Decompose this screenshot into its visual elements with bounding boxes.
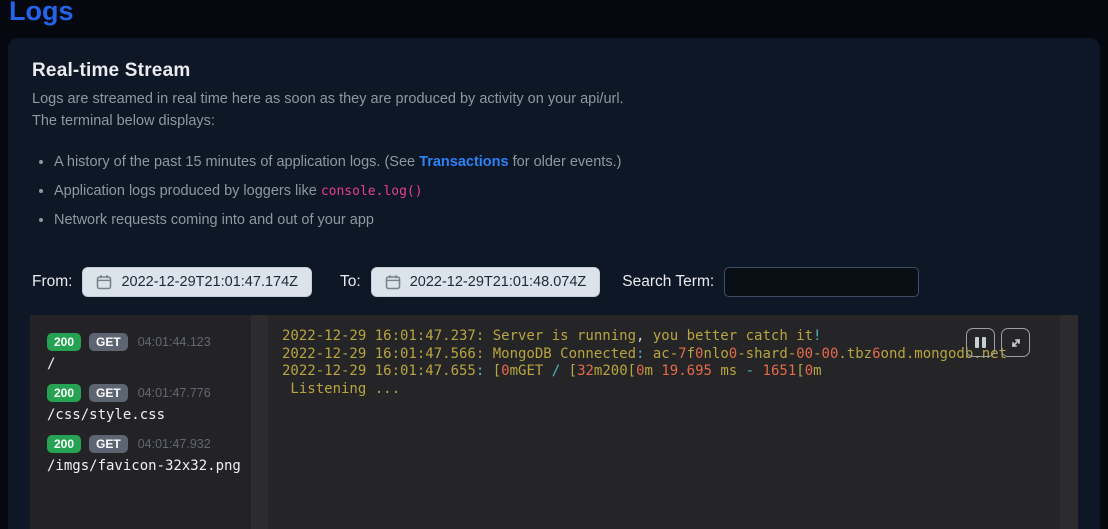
to-datetime-input[interactable]: 2022-12-29T21:01:48.074Z [371,267,601,297]
search-term-input[interactable] [724,267,919,297]
terminal-line: Listening ... [282,381,1060,399]
console-log-code: console.log() [321,184,423,199]
bullet-network: Network requests coming into and out of … [54,212,621,228]
panel-title: Real-time Stream [32,60,190,82]
calendar-icon [96,274,112,290]
from-datetime-value: 2022-12-29T21:01:47.174Z [121,274,298,290]
terminal-output: 2022-12-29 16:01:47.237: Server is runni… [282,328,1060,398]
request-timestamp: 04:01:44.123 [138,335,211,349]
bullet-history-text: A history of the past 15 minutes of appl… [54,154,419,170]
request-timestamp: 04:01:47.932 [138,437,211,451]
pause-icon [975,337,986,348]
request-entry[interactable]: 200 GET 04:01:47.932/imgs/favicon-32x32.pn… [47,434,251,474]
description-line-2: The terminal below displays: [32,110,624,132]
from-label: From: [32,273,72,291]
pause-stream-button[interactable] [966,328,995,357]
request-entry[interactable]: 200 GET 04:01:44.123 / [47,332,251,372]
terminal-scrollbar[interactable] [1060,315,1078,529]
terminal: 2022-12-29 16:01:47.237: Server is runni… [268,315,1060,529]
terminal-controls [966,328,1030,357]
request-entry[interactable]: 200 GET 04:01:47.776/css/style.css [47,383,251,423]
bullet-history: A history of the past 15 minutes of appl… [54,154,621,170]
method-badge: GET [89,435,128,453]
request-list-scrollbar[interactable] [251,315,268,529]
request-path: /imgs/favicon-32x32.png [47,458,251,474]
feature-list: A history of the past 15 minutes of appl… [32,154,621,241]
log-viewer: 200 GET 04:01:44.123 / 200 GET 04:01:47.776/cs… [30,315,1078,529]
terminal-line: 2022-12-29 16:01:47.566: MongoDB Connect… [282,346,1060,364]
realtime-stream-panel: Real-time Stream Logs are streamed in re… [8,38,1100,529]
panel-description: Logs are streamed in real time here as s… [32,88,624,132]
calendar-icon [385,274,401,290]
request-path: / [47,356,251,372]
bullet-history-text-end: for older events.) [509,154,622,170]
expand-icon [1009,336,1023,350]
bullet-app-logs: Application logs produced by loggers lik… [54,183,621,199]
to-label: To: [340,273,361,291]
description-line-1: Logs are streamed in real time here as s… [32,88,624,110]
request-timestamp: 04:01:47.776 [138,386,211,400]
bullet-app-logs-text: Application logs produced by loggers lik… [54,183,321,199]
search-term-label: Search Term: [622,273,714,291]
status-badge: 200 [47,435,81,453]
method-badge: GET [89,333,128,351]
filter-controls: From: 2022-12-29T21:01:47.174Z To: 2022-… [32,266,1076,298]
terminal-line: 2022-12-29 16:01:47.237: Server is runni… [282,328,1060,346]
request-list: 200 GET 04:01:44.123 / 200 GET 04:01:47.776/cs… [30,315,251,529]
page-title: Logs [9,0,74,27]
transactions-link[interactable]: Transactions [419,154,508,170]
status-badge: 200 [47,333,81,351]
expand-terminal-button[interactable] [1001,328,1030,357]
to-datetime-value: 2022-12-29T21:01:48.074Z [410,274,587,290]
from-datetime-input[interactable]: 2022-12-29T21:01:47.174Z [82,267,312,297]
terminal-line: 2022-12-29 16:01:47.655: [0mGET / [32m20… [282,363,1060,381]
method-badge: GET [89,384,128,402]
bullet-network-text: Network requests coming into and out of … [54,212,374,228]
request-path: /css/style.css [47,407,251,423]
status-badge: 200 [47,384,81,402]
